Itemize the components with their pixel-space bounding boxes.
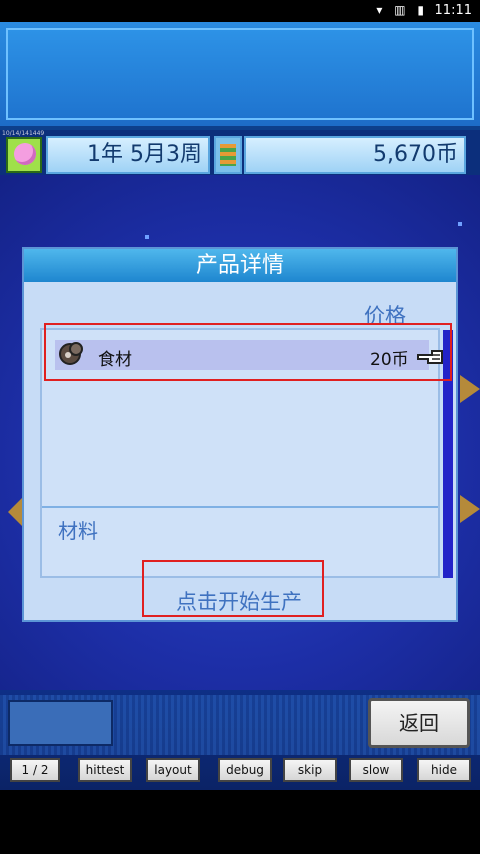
- money-display: 5,670币: [244, 136, 466, 174]
- start-production-button[interactable]: 点击开始生产: [144, 584, 334, 620]
- item-name: 食材: [98, 350, 132, 370]
- dialog-title: 产品详情: [24, 249, 456, 282]
- tiny-label: 10/14/141449: [2, 130, 45, 137]
- date-display: 1年 5月3周: [46, 136, 210, 174]
- page-indicator-button[interactable]: 1 / 2: [10, 758, 60, 782]
- status-icons: ▾ ▥ ▮: [376, 3, 428, 17]
- header-panel: [0, 22, 480, 130]
- ingredient-icon: [59, 342, 83, 365]
- back-button[interactable]: 返回: [368, 698, 470, 748]
- map-arrow-right: [460, 375, 480, 403]
- avatar-icon[interactable]: [6, 137, 42, 173]
- map-arrow-left: [8, 498, 22, 526]
- price-column-header: 价格: [364, 304, 406, 328]
- pointing-hand-icon: [417, 350, 443, 364]
- debug-button[interactable]: debug: [218, 758, 272, 782]
- status-time: 11:11: [434, 3, 472, 18]
- star-decoration: [145, 235, 149, 239]
- star-decoration: [458, 222, 462, 226]
- list-scrollbar[interactable]: [443, 330, 453, 578]
- material-label: 材料: [58, 519, 98, 543]
- hide-button[interactable]: hide: [417, 758, 471, 782]
- header-inner: [6, 28, 474, 120]
- map-arrow-right: [460, 495, 480, 523]
- slow-button[interactable]: slow: [349, 758, 403, 782]
- status-bar: ▾ ▥ ▮ 11:11: [0, 0, 480, 22]
- bottom-left-panel: [8, 700, 113, 746]
- list-divider: [42, 506, 438, 508]
- item-price: 20币: [370, 350, 409, 370]
- hittest-button[interactable]: hittest: [78, 758, 132, 782]
- layout-button[interactable]: layout: [146, 758, 200, 782]
- money-icon: [214, 136, 242, 174]
- skip-button[interactable]: skip: [283, 758, 337, 782]
